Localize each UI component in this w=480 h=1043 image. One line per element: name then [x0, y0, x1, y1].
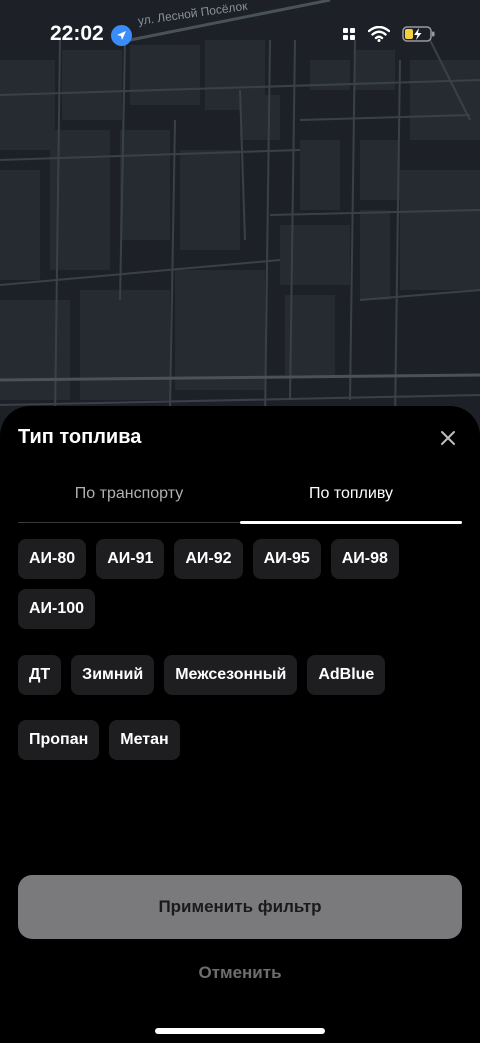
chip-ai-100[interactable]: АИ-100	[18, 589, 96, 629]
status-time: 22:02	[50, 22, 104, 45]
diesel-chip-group: ДТ Зимний Межсезонный AdBlue	[18, 655, 468, 695]
fuel-filter-sheet: Тип топлива По транспорту По топливу АИ-…	[0, 406, 480, 1043]
close-icon	[441, 431, 455, 445]
chip-ai-91[interactable]: АИ-91	[96, 539, 165, 579]
app-grid-icon	[342, 27, 356, 46]
status-icons	[342, 25, 436, 48]
sheet-title: Тип топлива	[18, 426, 142, 448]
tab-by-transport[interactable]: По транспорту	[18, 476, 240, 522]
cancel-button[interactable]: Отменить	[18, 958, 462, 988]
chip-ai-80[interactable]: АИ-80	[18, 539, 87, 579]
chip-ai-95[interactable]: АИ-95	[252, 539, 321, 579]
chip-all-season[interactable]: Межсезонный	[164, 655, 298, 695]
wifi-icon	[367, 25, 391, 47]
chip-dt[interactable]: ДТ	[18, 655, 62, 695]
chip-ai-92[interactable]: АИ-92	[174, 539, 243, 579]
tab-by-fuel[interactable]: По топливу	[240, 476, 462, 524]
screen: ул. Лесной Посёлок 22:02 Тип топлива По …	[0, 0, 480, 1043]
gasoline-chip-group: АИ-80 АИ-91 АИ-92 АИ-95 АИ-98 АИ-100	[18, 539, 468, 629]
chip-ai-98[interactable]: АИ-98	[330, 539, 399, 579]
close-button[interactable]	[436, 426, 460, 450]
location-arrow-icon	[111, 25, 132, 46]
chip-methane[interactable]: Метан	[109, 720, 180, 760]
apply-filter-button[interactable]: Применить фильтр	[18, 875, 462, 939]
gas-chip-group: Пропан Метан	[18, 720, 468, 760]
battery-charging-icon	[402, 25, 436, 48]
chip-propane[interactable]: Пропан	[18, 720, 100, 760]
status-bar: 22:02	[0, 0, 480, 70]
filter-tabs: По транспорту По топливу	[18, 476, 462, 524]
chip-winter[interactable]: Зимний	[71, 655, 155, 695]
home-indicator[interactable]	[155, 1028, 325, 1034]
chip-adblue[interactable]: AdBlue	[307, 655, 386, 695]
